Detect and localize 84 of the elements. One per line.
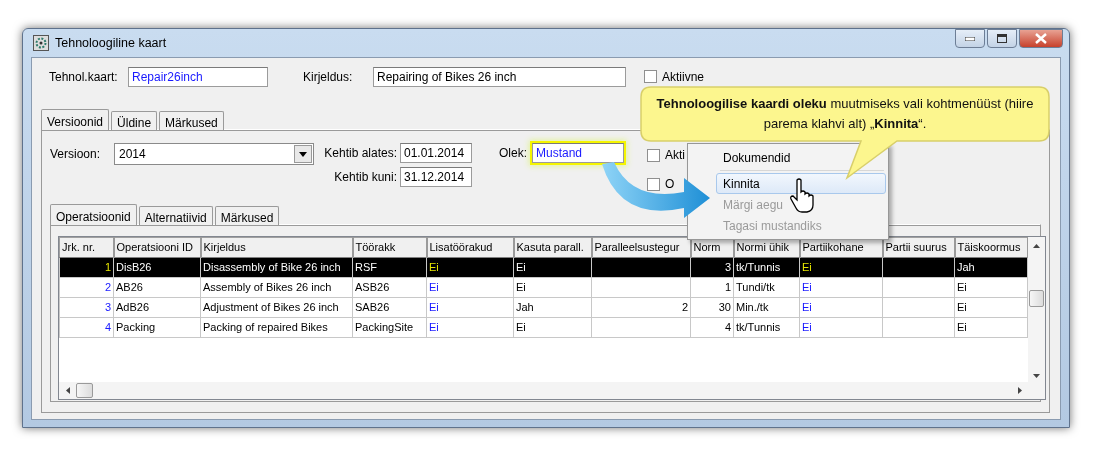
- table-cell: Ei: [954, 277, 1028, 298]
- tab[interactable]: Operatsioonid: [50, 204, 137, 225]
- close-icon: [1035, 33, 1047, 44]
- table-cell: Min./tk: [733, 297, 800, 318]
- field-label: Kirjeldus:: [303, 68, 354, 86]
- table-cell: AB26: [113, 277, 201, 298]
- tab[interactable]: Märkused: [214, 206, 280, 225]
- version-dropdown[interactable]: 2014: [114, 143, 314, 165]
- field-label: Olek:: [499, 145, 528, 162]
- table-cell: Ei: [513, 317, 592, 338]
- field-label: Kehtib kuni:: [333, 169, 398, 186]
- table-cell: Packing of repaired Bikes: [200, 317, 353, 338]
- menu-item[interactable]: Kinnita: [716, 173, 886, 194]
- table-cell: Ei: [799, 297, 883, 318]
- maximize-icon: [997, 34, 1007, 43]
- column-header[interactable]: Operatsiooni ID: [113, 237, 201, 258]
- field-label: Versioon:: [50, 146, 102, 163]
- app-icon: [33, 35, 49, 51]
- scrollbar-thumb[interactable]: [76, 383, 93, 398]
- table-cell: tk/Tunnis: [733, 317, 800, 338]
- input-field[interactable]: Repairing of Bikes 26 inch: [373, 66, 626, 87]
- caret-icon: [299, 151, 307, 157]
- scroll-up-arrow[interactable]: [1033, 243, 1040, 248]
- table-cell: PackingSite: [352, 317, 427, 338]
- checkbox[interactable]: [644, 70, 657, 83]
- checkbox[interactable]: [647, 177, 660, 191]
- table-cell: Ei: [799, 277, 883, 298]
- table-cell: SAB26: [352, 297, 427, 318]
- status-field[interactable]: Mustand: [532, 143, 624, 163]
- column-header[interactable]: Paralleelsustegur: [591, 237, 691, 258]
- column-header[interactable]: Lisatöörakud: [426, 237, 514, 258]
- table-cell: Ei: [426, 297, 514, 318]
- table-cell: 4: [690, 317, 734, 338]
- column-header[interactable]: Kirjeldus: [200, 237, 353, 258]
- table-cell: 1: [690, 277, 734, 298]
- table-cell: 30: [690, 297, 734, 318]
- checkbox[interactable]: [647, 148, 660, 162]
- callout-text: Tehnoloogilise kaardi oleku muutmiseks vali kohtmenüüst (hiire parema klahvi alt) „Kinnita“.: [655, 95, 1035, 133]
- table-cell: Ei: [426, 317, 514, 338]
- table-cell: Adjustment of Bikes 26 inch: [200, 297, 353, 318]
- tab[interactable]: Versioonid: [41, 109, 110, 130]
- hand-cursor-icon: [790, 178, 814, 213]
- table-cell: Jah: [513, 297, 592, 318]
- table-cell: Ei: [426, 277, 514, 298]
- table-cell: Ei: [954, 317, 1028, 338]
- table-cell: Ei: [954, 297, 1028, 318]
- scroll-down-arrow[interactable]: [1033, 373, 1040, 378]
- table-cell: 2: [59, 277, 114, 298]
- column-header[interactable]: Partii suurus: [882, 237, 955, 258]
- minimize-button[interactable]: [955, 29, 985, 48]
- field-label: Kehtib alates:: [324, 145, 398, 162]
- scroll-left-arrow[interactable]: [65, 387, 70, 394]
- table-cell: ASB26: [352, 277, 427, 298]
- table-cell: 2: [591, 297, 691, 318]
- minimize-icon: [965, 36, 975, 41]
- tab[interactable]: Alternatiivid: [138, 206, 213, 225]
- input-field[interactable]: Repair26inch: [128, 66, 268, 87]
- column-header[interactable]: Kasuta parall.: [513, 237, 592, 258]
- table-cell: Ei: [513, 277, 592, 298]
- checkbox-label: Akti: [665, 147, 685, 164]
- table-cell: AdB26: [113, 297, 201, 318]
- menu-item[interactable]: Dokumendid: [716, 147, 886, 168]
- close-button[interactable]: [1019, 29, 1063, 48]
- scroll-right-arrow[interactable]: [1017, 387, 1022, 394]
- tab[interactable]: Märkused: [159, 111, 224, 130]
- window-title: Tehnoloogiline kaart: [55, 34, 167, 52]
- date-field[interactable]: 31.12.2014: [400, 167, 472, 187]
- table-cell: 3: [59, 297, 114, 318]
- tab[interactable]: Üldine: [111, 111, 158, 130]
- date-field[interactable]: 01.01.2014: [400, 143, 472, 163]
- column-header[interactable]: Täiskoormus: [954, 237, 1028, 258]
- maximize-button[interactable]: [987, 29, 1017, 48]
- checkbox-label: O: [665, 176, 675, 193]
- column-header[interactable]: Töörakk: [352, 237, 427, 258]
- table-cell: 4: [59, 317, 114, 338]
- field-label: Tehnol.kaart:: [49, 68, 119, 86]
- column-header[interactable]: Jrk. nr.: [59, 237, 114, 258]
- table-cell: Packing: [113, 317, 201, 338]
- table-cell: 1: [59, 257, 114, 278]
- scrollbar-thumb[interactable]: [1029, 290, 1044, 307]
- table-cell: Assembly of Bikes 26 inch: [200, 277, 353, 298]
- table-cell: Tundi/tk: [733, 277, 800, 298]
- table-cell: Ei: [799, 317, 883, 338]
- checkbox-label: Aktiivne: [662, 68, 705, 86]
